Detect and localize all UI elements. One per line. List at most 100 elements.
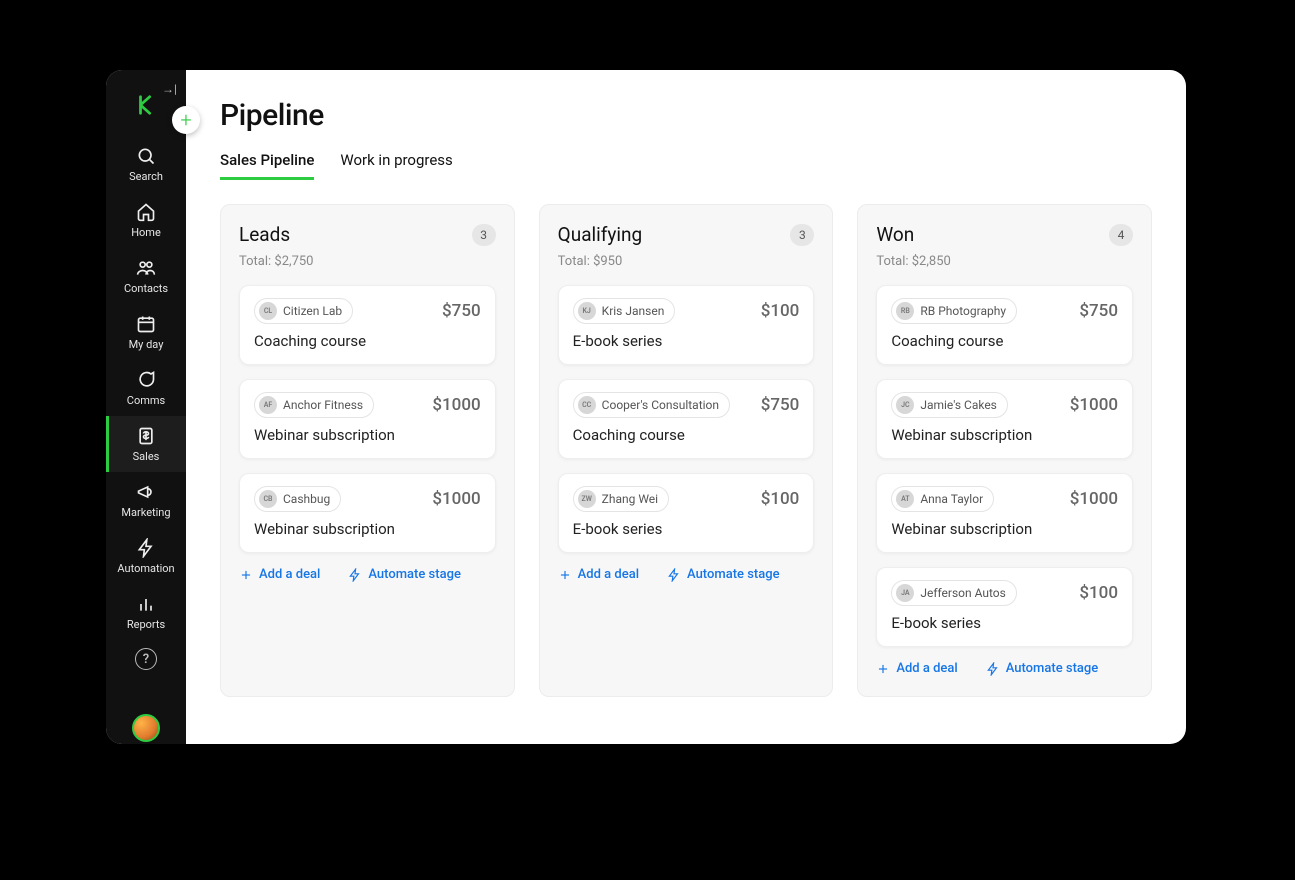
home-icon — [136, 202, 156, 222]
bolt-icon — [136, 538, 156, 558]
sidebar-item-label: Comms — [127, 394, 165, 407]
contact-avatar: CB — [259, 490, 277, 508]
automate-stage-button[interactable]: Automate stage — [986, 661, 1099, 676]
column-title: Qualifying — [558, 223, 643, 246]
contact-chip[interactable]: JCJamie's Cakes — [891, 392, 1008, 418]
sidebar-item-label: Reports — [127, 618, 165, 631]
contact-chip[interactable]: AT Anna Taylor — [891, 486, 994, 512]
deal-price: $1000 — [1070, 395, 1118, 415]
deal-card[interactable]: JCJamie's Cakes $1000 Webinar subscription — [876, 379, 1133, 459]
pipeline-column: Leads3Total: $2,750CLCitizen Lab$750Coac… — [220, 204, 515, 697]
logo-icon — [133, 92, 159, 118]
deal-card[interactable]: CCCooper's Consultation$750Coaching cour… — [558, 379, 815, 459]
automate-stage-label: Automate stage — [368, 567, 461, 582]
contact-avatar: RB — [896, 302, 914, 320]
deal-card[interactable]: JAJefferson Autos$100E-book series — [876, 567, 1133, 647]
sidebar-item-label: Search — [129, 170, 163, 183]
sidebar-collapse-icon[interactable]: →| — [162, 82, 176, 96]
automate-stage-button[interactable]: Automate stage — [667, 567, 780, 582]
card-top: RBRB Photography $750 — [891, 298, 1118, 324]
column-total: Total: $2,750 — [239, 254, 496, 269]
deal-card[interactable]: RBRB Photography $750 Coaching course — [876, 285, 1133, 365]
deal-card[interactable]: ATAnna Taylor$1000Webinar subscription — [876, 473, 1133, 553]
deal-product: Webinar subscription — [891, 426, 1118, 444]
deal-card[interactable]: AFAnchor Fitness$1000Webinar subscriptio… — [239, 379, 496, 459]
deal-product: Webinar subscription — [891, 520, 1118, 538]
sidebar: →| + Search Home Contacts My day — [106, 70, 186, 744]
nav: Search Home Contacts My day Comms Sales — [106, 136, 186, 640]
card-top: CB Cashbug $1000 — [254, 486, 481, 512]
contact-chip[interactable]: KJKris Jansen — [573, 298, 676, 324]
add-deal-label: Add a deal — [259, 567, 320, 582]
column-header: Won4 — [876, 223, 1133, 246]
add-deal-button[interactable]: Add a deal — [239, 567, 320, 582]
sidebar-item-home[interactable]: Home — [106, 192, 186, 248]
dollar-icon — [136, 426, 156, 446]
deal-card[interactable]: CBCashbug$1000Webinar subscription — [239, 473, 496, 553]
deal-price: $1000 — [432, 489, 480, 509]
deal-price: $750 — [761, 395, 800, 415]
megaphone-icon — [136, 482, 156, 502]
contact-chip[interactable]: JAJefferson Autos — [891, 580, 1016, 606]
add-deal-button[interactable]: Add a deal — [876, 661, 957, 676]
contact-name: Anna Taylor — [920, 492, 983, 506]
contact-chip[interactable]: ZWZhang Wei — [573, 486, 669, 512]
user-avatar[interactable] — [132, 714, 160, 742]
column-actions: Add a deal Automate stage — [558, 567, 815, 582]
tab-sales-pipeline[interactable]: Sales Pipeline — [220, 151, 314, 180]
deal-product: Coaching course — [891, 332, 1118, 350]
bar-icon — [136, 594, 156, 614]
pipeline-column: Won4 Total: $2,850 RBRB Photography $750 Coa… — [857, 204, 1152, 697]
deal-card[interactable]: CLCitizen Lab$750Coaching course — [239, 285, 496, 365]
contact-chip[interactable]: CLCitizen Lab — [254, 298, 353, 324]
column-total: Total: $2,850 — [876, 254, 1133, 269]
sidebar-item-sales[interactable]: Sales — [106, 416, 186, 472]
card-top: CCCooper's Consultation $750 — [573, 392, 800, 418]
card-top: ATAnna Taylor$1000 — [891, 486, 1118, 512]
help-icon[interactable]: ? — [135, 648, 157, 670]
contact-chip[interactable]: CB Cashbug — [254, 486, 341, 512]
pipeline-columns: Leads3Total: $2,750CLCitizen Lab$750Coac… — [220, 204, 1152, 697]
contact-avatar: AT — [896, 490, 914, 508]
sidebar-item-search[interactable]: Search — [106, 136, 186, 192]
contact-name: Citizen Lab — [283, 304, 342, 318]
card-top: KJKris Jansen $100 — [573, 298, 800, 324]
contact-avatar: AF — [259, 396, 277, 414]
contact-name: Cashbug — [283, 492, 330, 506]
contacts-icon — [136, 258, 156, 278]
contact-name: Zhang Wei — [602, 492, 658, 506]
tabs: Sales Pipeline Work in progress — [220, 151, 1152, 180]
contact-chip[interactable]: CCCooper's Consultation — [573, 392, 730, 418]
contact-avatar: CC — [578, 396, 596, 414]
calendar-icon — [136, 314, 156, 334]
sidebar-item-label: Automation — [117, 562, 174, 575]
add-button[interactable]: + — [172, 106, 200, 134]
sidebar-item-label: My day — [129, 338, 164, 351]
contact-chip[interactable]: RBRB Photography — [891, 298, 1017, 324]
sidebar-item-automation[interactable]: Automation — [106, 528, 186, 584]
automate-stage-label: Automate stage — [1006, 661, 1099, 676]
contact-avatar: JA — [896, 584, 914, 602]
sidebar-item-marketing[interactable]: Marketing — [106, 472, 186, 528]
tab-work-in-progress[interactable]: Work in progress — [340, 151, 452, 180]
chat-icon — [136, 370, 156, 390]
sidebar-item-comms[interactable]: Comms — [106, 360, 186, 416]
deal-price: $750 — [1079, 301, 1118, 321]
deal-price: $100 — [761, 301, 800, 321]
column-title: Leads — [239, 223, 290, 246]
add-deal-button[interactable]: Add a deal — [558, 567, 639, 582]
automate-stage-button[interactable]: Automate stage — [348, 567, 461, 582]
deal-card[interactable]: KJKris Jansen$100E-book series — [558, 285, 815, 365]
contact-name: Kris Jansen — [602, 304, 665, 318]
pipeline-column: Qualifying3Total: $950KJKris Jansen$100E… — [539, 204, 834, 697]
contact-avatar: JC — [896, 396, 914, 414]
contact-chip[interactable]: AFAnchor Fitness — [254, 392, 374, 418]
sidebar-item-contacts[interactable]: Contacts — [106, 248, 186, 304]
add-deal-label: Add a deal — [578, 567, 639, 582]
card-top: AFAnchor Fitness$1000 — [254, 392, 481, 418]
automate-stage-label: Automate stage — [687, 567, 780, 582]
sidebar-item-reports[interactable]: Reports — [106, 584, 186, 640]
search-icon — [136, 146, 156, 166]
sidebar-item-myday[interactable]: My day — [106, 304, 186, 360]
deal-card[interactable]: ZWZhang Wei$100E-book series — [558, 473, 815, 553]
